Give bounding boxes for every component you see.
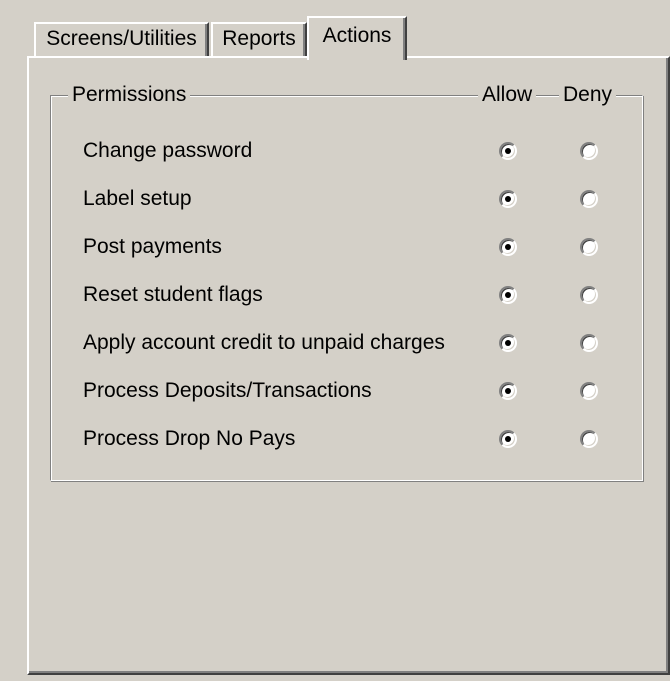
permission-row: Process Drop No Pays (51, 423, 644, 455)
tab-screens-utilities[interactable]: Screens/Utilities (34, 22, 209, 56)
allow-column-header: Allow (478, 82, 537, 108)
tab-screens-utilities-label: Screens/Utilities (46, 27, 197, 50)
tab-actions-label: Actions (322, 24, 392, 47)
deny-radio[interactable] (580, 430, 598, 448)
deny-column-header: Deny (559, 82, 617, 108)
deny-radio[interactable] (580, 190, 598, 208)
tab-reports[interactable]: Reports (211, 22, 307, 56)
permission-row: Reset student flags (51, 279, 644, 311)
allow-radio[interactable] (499, 142, 517, 160)
allow-radio[interactable] (499, 382, 517, 400)
radio-selected-dot (505, 244, 511, 250)
radio-selected-dot (505, 196, 511, 202)
permission-row: Label setup (51, 183, 644, 215)
permission-row: Apply account credit to unpaid charges (51, 327, 644, 359)
permission-row: Post payments (51, 231, 644, 263)
tab-reports-label: Reports (222, 27, 296, 50)
radio-selected-dot (505, 388, 511, 394)
radio-selected-dot (505, 292, 511, 298)
permission-label: Process Deposits/Transactions (83, 379, 372, 402)
radio-selected-dot (505, 340, 511, 346)
allow-radio[interactable] (499, 430, 517, 448)
permission-label: Apply account credit to unpaid charges (83, 331, 445, 354)
permissions-group-label: Permissions (68, 82, 191, 108)
permission-label: Post payments (83, 235, 222, 258)
deny-radio[interactable] (580, 382, 598, 400)
permission-label: Change password (83, 139, 253, 162)
radio-selected-dot (505, 148, 511, 154)
permission-label: Label setup (83, 187, 192, 210)
allow-radio[interactable] (499, 238, 517, 256)
deny-radio[interactable] (580, 334, 598, 352)
radio-selected-dot (505, 436, 511, 442)
permissions-groupbox: Permissions Allow Deny Change password La… (50, 82, 644, 481)
permission-row: Process Deposits/Transactions (51, 375, 644, 407)
deny-radio[interactable] (580, 286, 598, 304)
tab-actions[interactable]: Actions (307, 16, 407, 60)
permission-label: Reset student flags (83, 283, 263, 306)
permission-label: Process Drop No Pays (83, 427, 296, 450)
permission-row: Change password (51, 135, 644, 167)
deny-radio[interactable] (580, 238, 598, 256)
allow-radio[interactable] (499, 190, 517, 208)
deny-radio[interactable] (580, 142, 598, 160)
allow-radio[interactable] (499, 334, 517, 352)
allow-radio[interactable] (499, 286, 517, 304)
